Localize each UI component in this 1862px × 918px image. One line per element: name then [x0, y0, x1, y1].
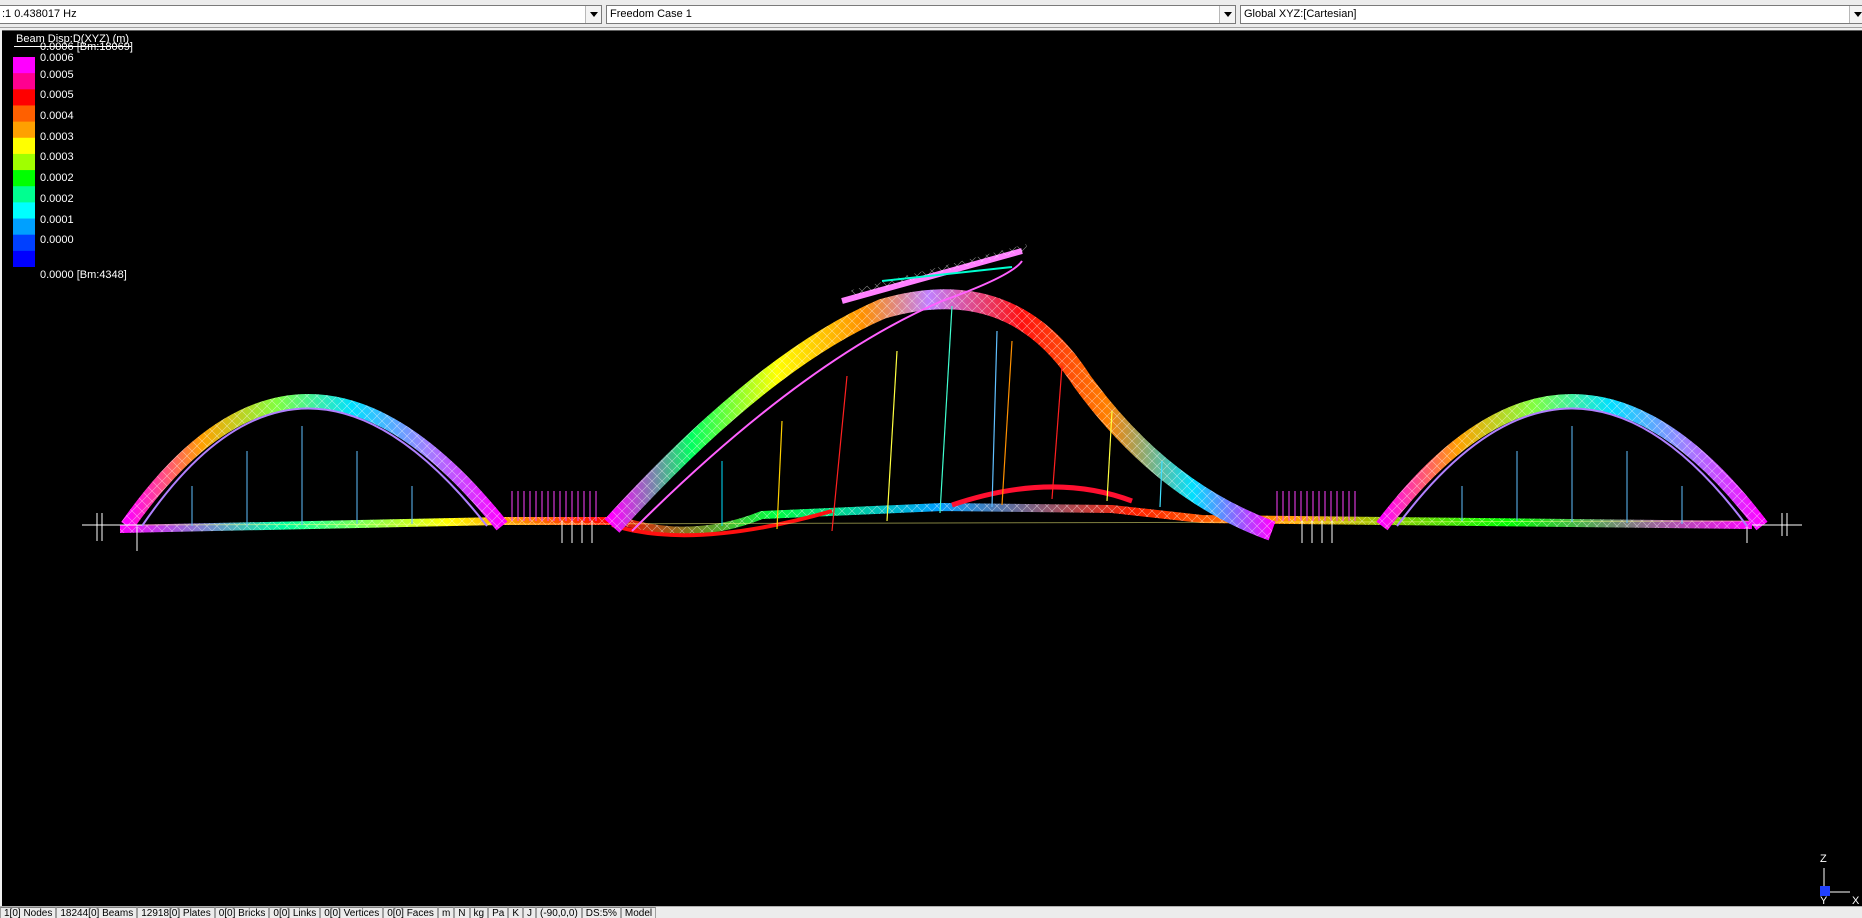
- legend-label: 0.0000: [40, 234, 74, 246]
- status-faces: 0[0] Faces: [383, 907, 438, 918]
- status-vertices: 0[0] Vertices: [320, 907, 384, 918]
- status-bricks: 0[0] Bricks: [214, 907, 270, 918]
- legend-color-band: [13, 170, 35, 187]
- unit-stress[interactable]: Pa: [488, 907, 509, 918]
- load-case-select[interactable]: Freedom Case 1: [606, 5, 1236, 24]
- status-links: 0[0] Links: [269, 907, 321, 918]
- status-bar: 1[0] Nodes 18244[0] Beams 12918[0] Plates 0…: [0, 906, 1862, 918]
- left-side-arch: [121, 394, 508, 531]
- legend-min-label: 0.0000 [Bm:4348]: [40, 269, 127, 281]
- legend-color-bar: [13, 57, 35, 267]
- status-view-angles: (-90,0,0): [535, 907, 582, 918]
- arch-hangers: [191, 305, 1683, 532]
- legend-color-band: [13, 89, 35, 106]
- legend-color-band: [13, 186, 35, 203]
- mode-frequency-value: :1 0.438017 Hz: [2, 8, 77, 20]
- status-mode: Model: [620, 907, 657, 918]
- mode-frequency-select[interactable]: :1 0.438017 Hz: [0, 5, 602, 24]
- legend-label: 0.0003: [40, 151, 74, 163]
- load-case-value: Freedom Case 1: [610, 8, 692, 20]
- coordinate-system-value: Global XYZ:[Cartesian]: [1244, 8, 1357, 20]
- legend-color-band: [13, 121, 35, 139]
- unit-force[interactable]: N: [454, 907, 470, 918]
- legend-label: 0.0002: [40, 172, 74, 184]
- unit-mass[interactable]: kg: [469, 907, 489, 918]
- legend-label: 0.0005: [40, 69, 74, 81]
- legend-label: 0.0003: [40, 131, 74, 143]
- status-nodes: 1[0] Nodes: [0, 907, 57, 918]
- legend-color-band: [13, 218, 35, 236]
- unit-energy[interactable]: J: [522, 907, 536, 918]
- chevron-down-icon[interactable]: [1849, 6, 1862, 23]
- legend-color-band: [13, 57, 35, 74]
- status-beams: 18244[0] Beams: [56, 907, 138, 918]
- legend-label: 0.0006: [40, 52, 74, 64]
- unit-temperature[interactable]: K: [508, 907, 523, 918]
- legend-color-band: [13, 234, 35, 252]
- coordinate-system-select[interactable]: Global XYZ:[Cartesian]: [1240, 5, 1862, 24]
- axis-z-label: Z: [1820, 853, 1827, 865]
- model-viewport[interactable]: Beam Disp:D(XYZ) (m) 0.0006 [Bm:18069] 0…: [2, 30, 1862, 906]
- axis-triad: Z Y X: [1820, 853, 1860, 906]
- axis-x-label: X: [1852, 895, 1860, 906]
- status-plates: 12918[0] Plates: [137, 907, 215, 918]
- legend-color-band: [13, 105, 35, 123]
- bridge-deck: [119, 484, 1753, 538]
- axis-y-label: Y: [1820, 895, 1828, 906]
- status-ds: DS:5%: [581, 907, 621, 918]
- legend-label: 0.0002: [40, 193, 74, 205]
- legend-color-band: [13, 73, 35, 90]
- chevron-down-icon[interactable]: [1219, 6, 1235, 23]
- legend-label: 0.0001: [40, 214, 74, 226]
- bridge-model[interactable]: [2, 31, 1862, 906]
- legend-color-band: [13, 137, 35, 155]
- results-toolbar: :1 0.438017 Hz Freedom Case 1 Global XYZ…: [0, 0, 1862, 28]
- legend-color-band: [13, 202, 35, 220]
- legend-label: 0.0004: [40, 110, 74, 122]
- legend-label: 0.0005: [40, 89, 74, 101]
- unit-length[interactable]: m: [437, 907, 455, 918]
- legend-color-band: [13, 250, 35, 267]
- chevron-down-icon[interactable]: [585, 6, 601, 23]
- legend-color-band: [13, 153, 35, 171]
